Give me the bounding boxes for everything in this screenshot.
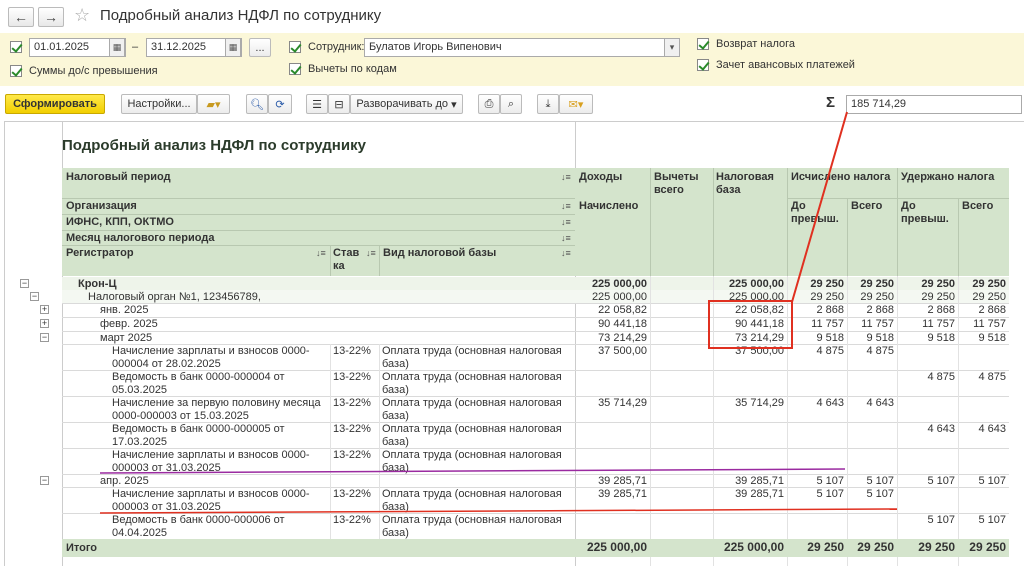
annotation-underline xyxy=(99,468,846,474)
highlight-box xyxy=(708,300,793,349)
annotation-layer xyxy=(99,111,898,514)
annotation-line xyxy=(791,111,848,303)
annotation-underline xyxy=(99,508,898,514)
